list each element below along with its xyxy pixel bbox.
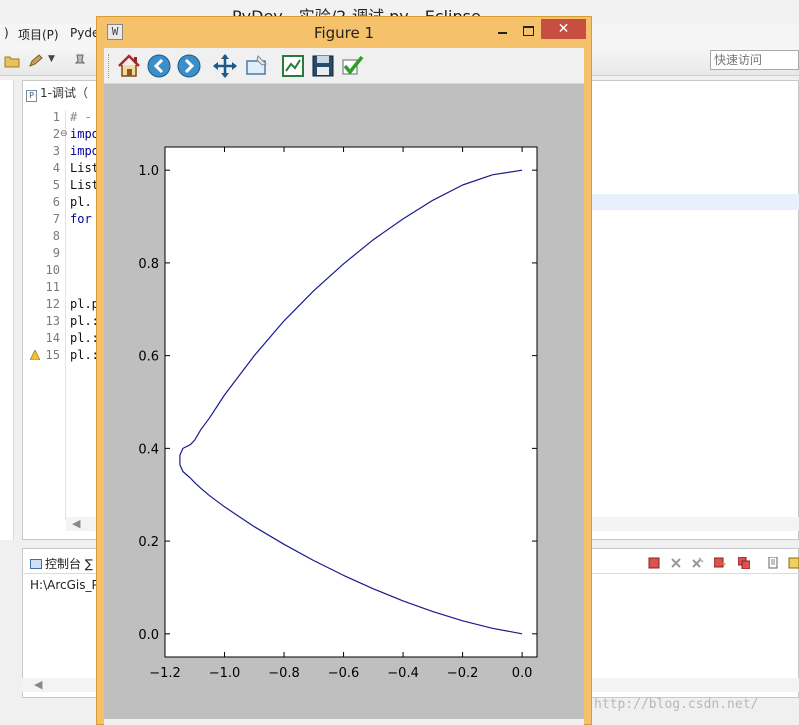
code-line: impo	[70, 144, 99, 158]
save-floppy-icon[interactable]	[310, 53, 336, 79]
line-number: 8	[52, 229, 60, 243]
forward-arrow-icon[interactable]	[176, 53, 202, 79]
line-number: 12	[45, 297, 60, 311]
figure-navigation-toolbar	[104, 48, 584, 84]
python-file-icon: P	[26, 90, 37, 102]
editor-tab-label: 1-调试（	[40, 86, 88, 100]
console-tab-label: 控制台 ∑	[45, 557, 93, 571]
code-line: for	[70, 212, 92, 226]
dropdown-arrow-icon[interactable]: ▼	[48, 54, 55, 64]
x-tick-label: −0.6	[328, 666, 360, 681]
subplots-config-icon[interactable]	[280, 53, 306, 79]
pan-move-icon[interactable]	[212, 53, 238, 79]
line-number: 2	[52, 127, 60, 141]
terminate-icon[interactable]	[648, 557, 660, 569]
pin-icon[interactable]	[72, 54, 88, 68]
code-line: pl.:	[70, 348, 99, 362]
x-tick-label: −0.2	[447, 666, 479, 681]
figure-window: W Figure 1 ✕ −1.2 −1.0 −0.8 −0.6 −0.4 −0…	[96, 16, 592, 725]
code-line: List	[70, 161, 99, 175]
fold-collapse-icon[interactable]: ⊖	[60, 129, 68, 139]
x-tick-label: −0.8	[268, 666, 300, 681]
pencil-tool-icon[interactable]	[28, 54, 44, 68]
scroll-left-arrow-icon[interactable]: ◀	[72, 517, 80, 530]
figure-titlebar[interactable]: W Figure 1 ✕	[97, 17, 591, 47]
check-icon[interactable]	[340, 53, 366, 79]
code-line: pl.:	[70, 314, 99, 328]
zoom-rect-icon[interactable]	[244, 53, 270, 79]
left-side-strip	[0, 80, 14, 540]
x-tick-label: 0.0	[512, 666, 533, 681]
scroll-lock-icon[interactable]	[768, 557, 780, 569]
code-line: impo	[70, 127, 99, 141]
relaunch-icon[interactable]	[714, 557, 726, 569]
code-line: pl.	[70, 195, 92, 209]
code-line: pl.:	[70, 331, 99, 345]
watermark-text: http://blog.csdn.net/	[594, 697, 759, 712]
remove-launch-icon[interactable]	[670, 557, 682, 569]
y-tick-label: 0.4	[138, 442, 159, 457]
x-tick-label: −1.2	[149, 666, 181, 681]
code-line: List	[70, 178, 99, 192]
figure-status-bar	[104, 719, 584, 725]
line-number: 4	[52, 161, 60, 175]
menu-item-pydev[interactable]: Pyde	[70, 26, 99, 40]
quick-access-input[interactable]	[710, 50, 799, 70]
code-line: pl.p	[70, 297, 99, 311]
minimize-button[interactable]	[491, 21, 515, 41]
maximize-button[interactable]	[516, 21, 540, 41]
menu-item-partial-left[interactable]: )	[4, 26, 9, 40]
line-number-gutter: 1 2 3 4 5 6 7 8 9 10 11 12 13 14 15 ⊖	[30, 110, 68, 520]
line-number: 9	[52, 246, 60, 260]
warning-icon	[30, 350, 40, 360]
open-folder-icon[interactable]	[4, 54, 20, 68]
home-icon[interactable]	[116, 53, 142, 79]
line-number: 5	[52, 178, 60, 192]
plot-area	[164, 146, 538, 658]
stop-debug-icon[interactable]	[738, 557, 750, 569]
console-tab[interactable]: 控制台 ∑	[30, 555, 93, 572]
console-output-path: H:\ArcGis_P	[30, 578, 99, 592]
x-tick-label: −1.0	[209, 666, 241, 681]
line-number: 7	[52, 212, 60, 226]
remove-all-terminated-icon[interactable]	[692, 557, 704, 569]
line-number: 11	[45, 280, 60, 294]
scroll-left-arrow-icon[interactable]: ◀	[34, 678, 42, 691]
y-tick-label: 0.8	[138, 257, 159, 272]
toolbar-grip	[108, 54, 111, 78]
y-tick-label: 1.0	[138, 164, 159, 179]
editor-tab[interactable]: P 1-调试（	[26, 84, 106, 106]
line-chart: −1.2 −1.0 −0.8 −0.6 −0.4 −0.2 0.0 0.0 0.2 0.4 0.6 0…	[138, 146, 538, 681]
close-button[interactable]: ✕	[541, 19, 586, 39]
y-tick-label: 0.0	[138, 628, 159, 643]
menu-item-project[interactable]: 项目(P)	[18, 26, 59, 43]
pin-console-icon[interactable]	[788, 557, 799, 569]
current-line-highlight	[590, 194, 799, 210]
x-tick-label: −0.4	[387, 666, 419, 681]
line-number: 13	[45, 314, 60, 328]
y-tick-label: 0.6	[138, 350, 159, 365]
console-monitor-icon	[30, 559, 42, 569]
line-number: 10	[45, 263, 60, 277]
back-arrow-icon[interactable]	[146, 53, 172, 79]
line-number: 6	[52, 195, 60, 209]
code-line: # -	[70, 110, 92, 124]
line-number: 14	[45, 331, 60, 345]
line-number: 1	[52, 110, 60, 124]
figure-canvas[interactable]: −1.2 −1.0 −0.8 −0.6 −0.4 −0.2 0.0 0.0 0.2 0.4 0.6 0…	[104, 84, 584, 719]
y-tick-label: 0.2	[138, 535, 159, 550]
line-number: 3	[52, 144, 60, 158]
